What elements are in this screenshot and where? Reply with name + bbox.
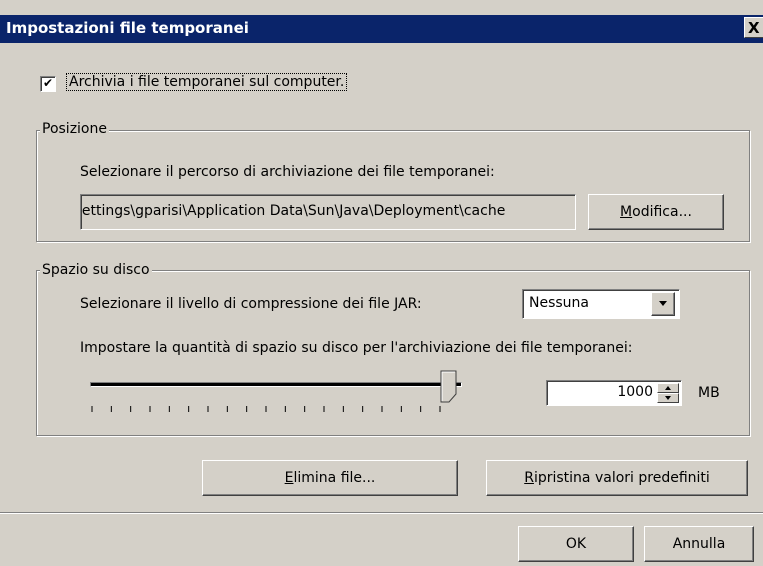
disk-space-group-label: Spazio su disco <box>40 262 152 278</box>
restore-defaults-button[interactable]: Ripristina valori predefiniti <box>486 460 748 496</box>
space-label: Impostare la quantità di spazio su disco… <box>80 340 633 356</box>
window-title: Impostazioni file temporanei <box>6 19 249 37</box>
slider-thumb[interactable] <box>440 370 458 404</box>
compression-label: Selezionare il livello di compressione d… <box>80 296 422 312</box>
cancel-button[interactable]: Annulla <box>644 526 754 562</box>
restore-accel: R <box>524 470 534 486</box>
path-field[interactable]: iettings\gparisi\Application Data\Sun\Ja… <box>80 194 576 230</box>
path-value: iettings\gparisi\Application Data\Sun\Ja… <box>80 203 506 219</box>
ok-label: OK <box>565 536 587 552</box>
arrow-down-icon <box>665 396 671 400</box>
space-unit: MB <box>698 385 720 401</box>
space-value: 1000 <box>617 384 653 400</box>
spin-down-button[interactable] <box>657 393 679 403</box>
modify-accel: M <box>620 204 633 220</box>
close-button[interactable]: X <box>744 17 763 38</box>
position-group-label: Posizione <box>40 121 109 137</box>
close-icon: X <box>748 19 760 37</box>
modify-button[interactable]: Modifica... <box>588 194 724 230</box>
dialog-window: Impostazioni file temporanei X ✔ Archivi… <box>0 0 763 566</box>
compression-select[interactable]: Nessuna <box>522 289 680 319</box>
space-slider[interactable] <box>86 368 472 418</box>
footer-separator <box>0 512 763 514</box>
position-description: Selezionare il percorso di archiviazione… <box>80 164 495 180</box>
restore-label: ipristina valori predefiniti <box>533 470 710 486</box>
modify-label: odifica... <box>632 204 692 220</box>
compression-value: Nessuna <box>529 295 589 311</box>
slider-ticks <box>91 406 441 412</box>
ok-button[interactable]: OK <box>518 526 634 562</box>
slider-track <box>90 382 462 387</box>
spin-up-button[interactable] <box>657 383 679 393</box>
checkmark-icon: ✔ <box>42 76 54 90</box>
title-bar[interactable]: Impostazioni file temporanei X <box>0 15 763 43</box>
archive-checkbox-label[interactable]: Archivia i file temporanei sul computer. <box>66 73 348 91</box>
chevron-down-icon <box>659 301 667 306</box>
compression-dropdown-button[interactable] <box>651 292 675 316</box>
archive-checkbox[interactable]: ✔ <box>40 76 56 92</box>
cancel-label: Annulla <box>672 536 726 552</box>
delete-label: limina file... <box>293 470 376 486</box>
space-spinbox[interactable]: 1000 <box>546 380 682 406</box>
arrow-up-icon <box>665 386 671 390</box>
delete-files-button[interactable]: Elimina file... <box>202 460 458 496</box>
